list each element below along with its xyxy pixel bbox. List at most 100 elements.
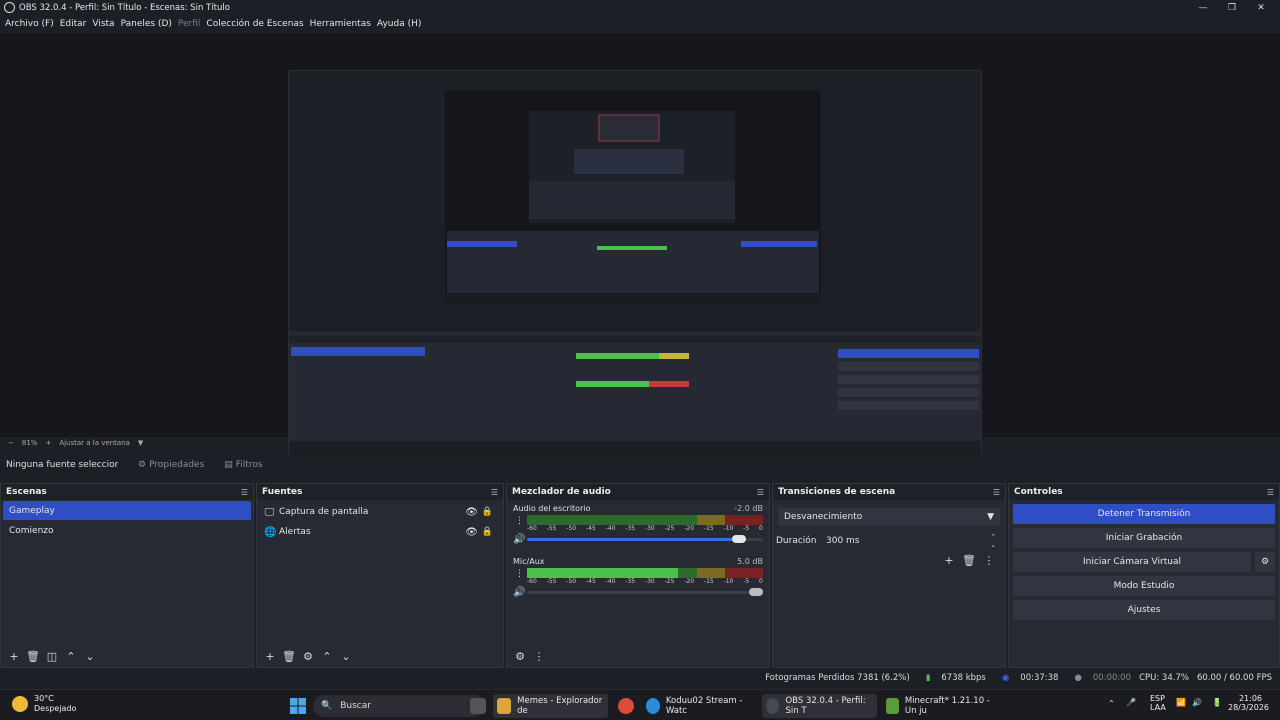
channel-name: Mic/Aux — [513, 557, 545, 566]
move-up-icon[interactable]: ⌃ — [62, 650, 80, 663]
controls-title: Controles — [1014, 487, 1063, 497]
speaker-icon[interactable]: 🔊 — [513, 587, 527, 598]
folder-icon — [497, 698, 512, 714]
microphone-icon[interactable]: 🎤 — [1126, 698, 1136, 707]
battery-icon[interactable]: 🔋 — [1212, 698, 1222, 707]
lock-icon[interactable]: 🔒 — [482, 507, 493, 517]
speaker-icon[interactable]: 🔊 — [513, 534, 527, 545]
weather-widget[interactable]: 30°C Despejado — [12, 694, 76, 714]
minimize-button[interactable]: — — [1187, 0, 1219, 15]
wifi-icon[interactable]: 📶 — [1176, 698, 1186, 707]
taskbar-search[interactable]: 🔍 Buscar — [313, 695, 485, 717]
zoom-out-button[interactable]: − — [8, 439, 14, 447]
dock-menu-icon[interactable]: ☰ — [757, 488, 764, 497]
filters-button[interactable]: ▤ Filtros — [224, 460, 262, 470]
lock-icon[interactable]: 🔒 — [482, 527, 493, 537]
menu-tools[interactable]: Herramientas — [310, 19, 371, 29]
start-virtual-camera-button[interactable]: Iniciar Cámara Virtual — [1013, 552, 1251, 572]
mixer-settings-icon[interactable]: ⚙ — [511, 650, 529, 663]
chrome-icon — [618, 698, 634, 714]
source-item[interactable]: 🌐 Alertas 👁 🔒 — [257, 522, 503, 542]
duration-stepper[interactable]: ⌃ ⌄ — [986, 533, 1000, 549]
language-indicator[interactable]: ESP LAA — [1150, 694, 1166, 712]
settings-button[interactable]: Ajustes — [1013, 600, 1275, 620]
taskbar: 30°C Despejado 🔍 Buscar Memes - Explorad… — [0, 689, 1280, 720]
studio-mode-button[interactable]: Modo Estudio — [1013, 576, 1275, 596]
transition-select[interactable]: Desvanecimiento ▼ — [778, 508, 1000, 526]
scene-item-comienzo[interactable]: Comienzo — [3, 521, 251, 540]
taskbar-app-browser[interactable]: Koduu02 Stream - Watc — [642, 694, 757, 718]
sources-dock: Fuentes ☰ 🖵 Captura de pantalla 👁 🔒 🌐 Ale… — [256, 483, 504, 668]
task-view-button[interactable] — [466, 694, 490, 718]
scene-filters-icon[interactable]: ◫ — [43, 650, 61, 663]
maximize-button[interactable]: ❐ — [1216, 0, 1248, 15]
taskbar-app-label: Koduu02 Stream - Watc — [665, 696, 743, 716]
gear-icon: ⚙ — [138, 460, 147, 470]
menu-edit[interactable]: Editar — [60, 19, 87, 29]
taskbar-app-minecraft[interactable]: Minecraft* 1.21.10 - Un ju — [882, 694, 997, 718]
no-source-label: Ninguna fuente seleccionada — [6, 460, 118, 470]
menu-scene-collection[interactable]: Colección de Escenas — [206, 19, 303, 29]
signal-bars-icon: ▮ — [925, 673, 931, 683]
gear-icon[interactable]: ⚙ — [1255, 552, 1275, 572]
zoom-fit-dropdown[interactable]: Ajustar a la ventana — [59, 439, 130, 447]
menu-file[interactable]: Archivo (F) — [5, 19, 54, 29]
duration-input[interactable]: 300 ms — [826, 532, 986, 550]
dock-menu-icon[interactable]: ☰ — [241, 488, 248, 497]
channel-menu-icon[interactable]: ⋮ — [515, 516, 524, 526]
close-button[interactable]: ✕ — [1245, 0, 1277, 15]
start-button[interactable] — [285, 694, 311, 718]
search-label: Buscar — [340, 701, 371, 711]
move-down-icon[interactable]: ⌄ — [337, 650, 355, 663]
stop-streaming-button[interactable]: Detener Transmisión — [1013, 504, 1275, 524]
taskbar-app-explorer[interactable]: Memes - Explorador de — [493, 694, 608, 718]
clock-time: 21:06 — [1238, 694, 1262, 703]
taskbar-app-label: Memes - Explorador de — [517, 696, 603, 716]
eye-icon[interactable]: 👁 — [465, 507, 478, 518]
properties-button[interactable]: ⚙ Propiedades — [138, 460, 204, 470]
dock-menu-icon[interactable]: ☰ — [993, 488, 1000, 497]
volume-knob-1[interactable] — [749, 588, 763, 596]
more-icon[interactable]: ⋮ — [979, 554, 999, 567]
chevron-down-icon: ▼ — [987, 512, 994, 522]
volume-slider[interactable] — [527, 535, 763, 543]
move-down-icon[interactable]: ⌄ — [81, 650, 99, 663]
zoom-in-button[interactable]: + — [45, 439, 51, 447]
menu-help[interactable]: Ayuda (H) — [377, 19, 421, 29]
menu-view[interactable]: Vista — [92, 19, 114, 29]
trash-icon[interactable]: 🗑 — [24, 650, 42, 663]
gear-icon[interactable]: ⚙ — [299, 650, 317, 663]
channel-menu-icon[interactable]: ⋮ — [515, 569, 524, 579]
taskbar-app-chrome[interactable] — [614, 694, 638, 718]
add-icon[interactable]: + — [939, 554, 959, 567]
dock-menu-icon[interactable]: ☰ — [1267, 488, 1274, 497]
add-icon[interactable]: + — [5, 650, 23, 663]
temperature: 30°C — [34, 694, 54, 703]
trash-icon[interactable]: 🗑 — [280, 650, 298, 663]
bitrate: 6738 kbps — [941, 673, 986, 683]
dock-menu-icon[interactable]: ☰ — [491, 488, 498, 497]
chevron-down-icon[interactable]: ▼ — [138, 439, 143, 447]
eye-icon[interactable]: 👁 — [465, 527, 478, 538]
sources-title: Fuentes — [262, 487, 303, 497]
source-item[interactable]: 🖵 Captura de pantalla 👁 🔒 — [257, 502, 503, 522]
volume-knob-0[interactable] — [732, 535, 747, 543]
trash-icon[interactable]: 🗑 — [959, 554, 979, 567]
add-icon[interactable]: + — [261, 650, 279, 663]
menu-docks[interactable]: Paneles (D) — [121, 19, 172, 29]
mixer-menu-icon[interactable]: ⋮ — [530, 650, 548, 663]
volume-meter — [527, 568, 763, 578]
preview-area[interactable] — [0, 33, 1280, 465]
volume-slider[interactable] — [527, 588, 763, 596]
windows-icon — [290, 698, 306, 714]
tray-overflow-icon[interactable]: ⌃ — [1108, 699, 1115, 708]
cpu-usage: CPU: 34.7% — [1139, 673, 1189, 683]
taskbar-app-obs[interactable]: OBS 32.0.4 - Perfil: Sin T — [762, 694, 877, 718]
volume-icon[interactable]: 🔊 — [1192, 698, 1202, 707]
source-toolbar: Ninguna fuente seleccionada ⚙Propiedades… — [0, 454, 1280, 476]
move-up-icon[interactable]: ⌃ — [318, 650, 336, 663]
clock[interactable]: 21:06 28/3/2026 — [1228, 694, 1269, 712]
globe-icon: 🌐 — [264, 526, 277, 538]
start-recording-button[interactable]: Iniciar Grabación — [1013, 528, 1275, 548]
scene-item-gameplay[interactable]: Gameplay — [3, 501, 251, 520]
